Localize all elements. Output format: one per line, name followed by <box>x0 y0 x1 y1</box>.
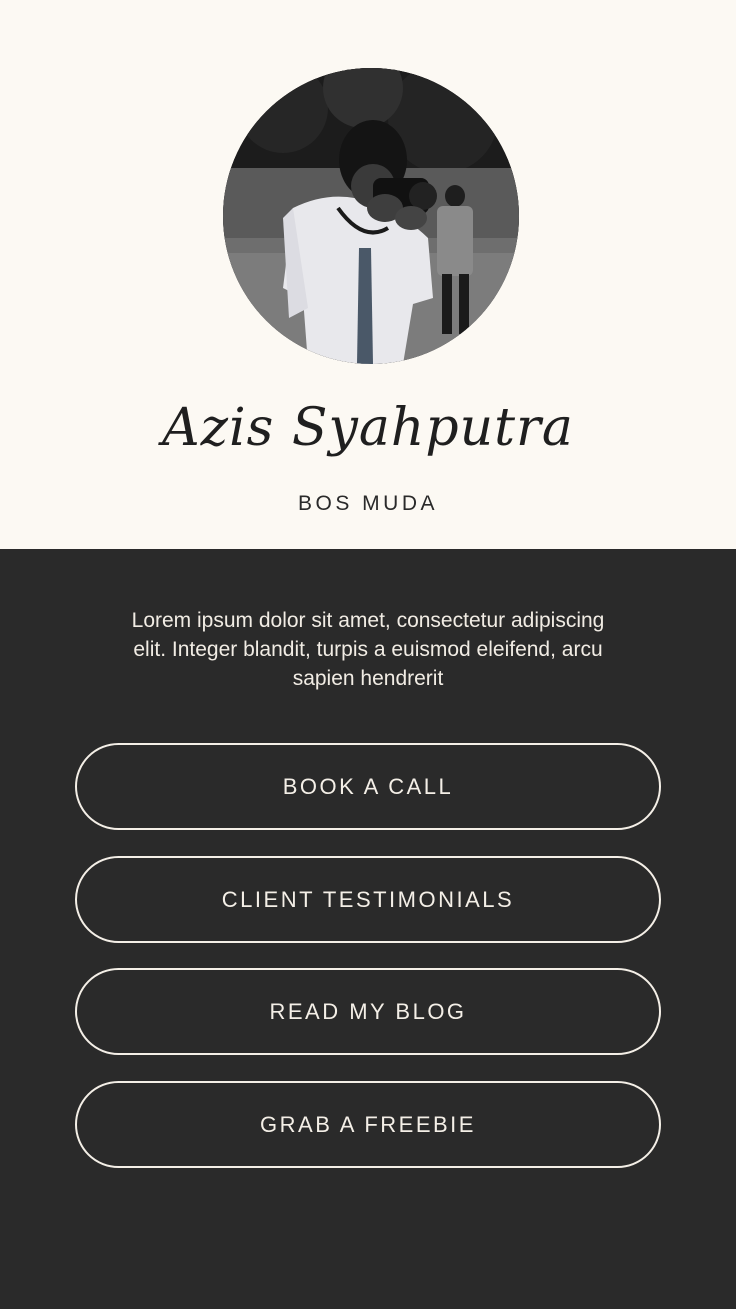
profile-header: Azis Syahputra BOS MUDA <box>0 0 736 549</box>
grab-a-freebie-button[interactable]: GRAB A FREEBIE <box>75 1081 661 1168</box>
bio-text: Lorem ipsum dolor sit amet, consectetur … <box>131 609 605 690</box>
avatar <box>223 68 519 364</box>
profile-photo-icon <box>223 68 519 364</box>
profile-role: BOS MUDA <box>297 492 438 515</box>
link-in-bio-page: Azis Syahputra BOS MUDA Lorem ipsum dolo… <box>0 0 736 1309</box>
client-testimonials-button[interactable]: CLIENT TESTIMONIALS <box>75 856 661 943</box>
book-a-call-button[interactable]: BOOK A CALL <box>75 743 661 830</box>
read-my-blog-button[interactable]: READ MY BLOG <box>75 968 661 1055</box>
profile-name: Azis Syahputra <box>162 398 574 458</box>
